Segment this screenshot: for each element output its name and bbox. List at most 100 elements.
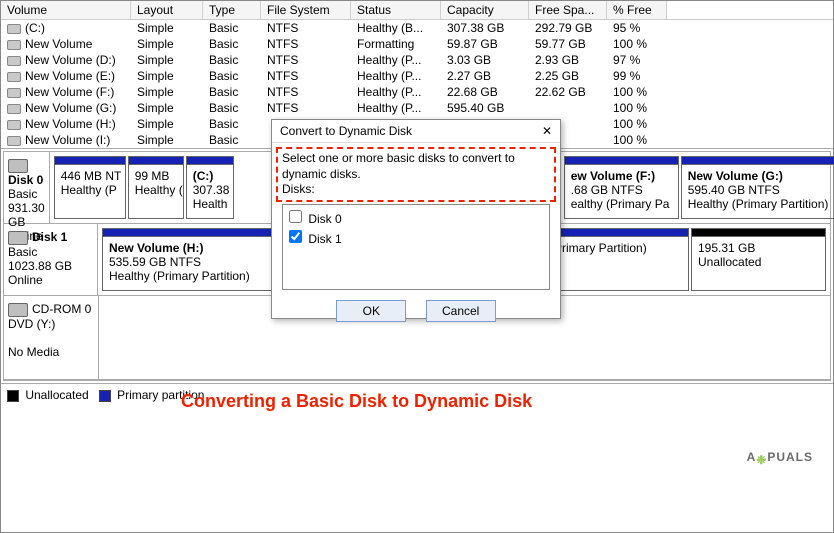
- cell: Simple: [131, 100, 203, 116]
- col-type[interactable]: Type: [203, 1, 261, 19]
- cell: 2.27 GB: [441, 68, 529, 84]
- cell: [529, 100, 607, 116]
- watermark-post: PUALS: [767, 450, 813, 464]
- cell: NTFS: [261, 84, 351, 100]
- cell: Healthy (P...: [351, 52, 441, 68]
- cell: 2.25 GB: [529, 68, 607, 84]
- convert-dialog: Convert to Dynamic Disk ✕ Select one or …: [271, 119, 561, 319]
- cell: Basic: [203, 100, 261, 116]
- cell: 100 %: [607, 116, 667, 132]
- cell: 292.79 GB: [529, 20, 607, 36]
- cell: New Volume: [1, 36, 131, 52]
- watermark-pre: A: [747, 450, 757, 464]
- disk-checkbox[interactable]: [289, 230, 302, 243]
- cell: Healthy (B...: [351, 20, 441, 36]
- cell: 100 %: [607, 100, 667, 116]
- dialog-list-label: Disks:: [282, 182, 315, 196]
- cell: Basic: [203, 52, 261, 68]
- volume-icon: [7, 88, 21, 98]
- cell: 95 %: [607, 20, 667, 36]
- cell: New Volume (H:): [1, 116, 131, 132]
- disk-info: Disk 0Basic931.30 GBOnline: [4, 152, 50, 223]
- cell: Basic: [203, 116, 261, 132]
- cdrom-icon: [8, 303, 28, 317]
- table-row[interactable]: (C:)SimpleBasicNTFSHealthy (B...307.38 G…: [1, 20, 833, 36]
- cell: Basic: [203, 84, 261, 100]
- cell: NTFS: [261, 68, 351, 84]
- disk-icon: [8, 231, 28, 245]
- volume-icon: [7, 104, 21, 114]
- partition[interactable]: New Volume (G:)595.40 GB NTFSHealthy (Pr…: [681, 156, 834, 219]
- dialog-disk-list: Disk 0 Disk 1: [282, 204, 550, 290]
- volume-list-header: Volume Layout Type File System Status Ca…: [1, 1, 833, 20]
- cell: Healthy (P...: [351, 100, 441, 116]
- disk-info: Disk 1Basic1023.88 GBOnline: [4, 224, 98, 295]
- cell: Simple: [131, 52, 203, 68]
- volume-icon: [7, 136, 21, 146]
- col-layout[interactable]: Layout: [131, 1, 203, 19]
- cdrom-info: CD-ROM 0DVD (Y:)No Media: [4, 296, 99, 379]
- table-row[interactable]: New Volume (D:)SimpleBasicNTFSHealthy (P…: [1, 52, 833, 68]
- cell: 100 %: [607, 84, 667, 100]
- cell: 22.68 GB: [441, 84, 529, 100]
- col-volume[interactable]: Volume: [1, 1, 131, 19]
- cell: Simple: [131, 116, 203, 132]
- cell: 22.62 GB: [529, 84, 607, 100]
- leaf-icon: ❉: [756, 453, 767, 467]
- col-status[interactable]: Status: [351, 1, 441, 19]
- ok-button[interactable]: OK: [336, 300, 406, 322]
- cell: NTFS: [261, 100, 351, 116]
- cell: New Volume (D:): [1, 52, 131, 68]
- cell: NTFS: [261, 36, 351, 52]
- table-row[interactable]: New Volume (F:)SimpleBasicNTFSHealthy (P…: [1, 84, 833, 100]
- cell: Simple: [131, 68, 203, 84]
- cell: Simple: [131, 84, 203, 100]
- watermark: A❉PUALS: [747, 437, 813, 468]
- col-free[interactable]: Free Spa...: [529, 1, 607, 19]
- cell: New Volume (I:): [1, 132, 131, 148]
- table-row[interactable]: New VolumeSimpleBasicNTFSFormatting59.87…: [1, 36, 833, 52]
- partition[interactable]: 446 MB NTHealthy (P: [54, 156, 126, 219]
- cell: 100 %: [607, 36, 667, 52]
- dialog-message: Select one or more basic disks to conver…: [282, 151, 515, 181]
- swatch-unallocated: [7, 390, 19, 402]
- partition[interactable]: 99 MBHealthy (: [128, 156, 184, 219]
- disk-icon: [8, 159, 28, 173]
- cell: New Volume (E:): [1, 68, 131, 84]
- partition[interactable]: 195.31 GBUnallocated: [691, 228, 826, 291]
- swatch-primary: [99, 390, 111, 402]
- cell: Healthy (P...: [351, 68, 441, 84]
- volume-icon: [7, 72, 21, 82]
- cell: Basic: [203, 20, 261, 36]
- cell: Formatting: [351, 36, 441, 52]
- close-icon[interactable]: ✕: [542, 124, 552, 138]
- cell: 307.38 GB: [441, 20, 529, 36]
- cell: New Volume (F:): [1, 84, 131, 100]
- cell: Basic: [203, 132, 261, 148]
- cell: Simple: [131, 20, 203, 36]
- table-row[interactable]: New Volume (E:)SimpleBasicNTFSHealthy (P…: [1, 68, 833, 84]
- cell: 2.93 GB: [529, 52, 607, 68]
- partition[interactable]: ew Volume (F:).68 GB NTFSealthy (Primary…: [564, 156, 679, 219]
- cell: (C:): [1, 20, 131, 36]
- cell: Simple: [131, 132, 203, 148]
- cell: 3.03 GB: [441, 52, 529, 68]
- cell: 100 %: [607, 132, 667, 148]
- col-capacity[interactable]: Capacity: [441, 1, 529, 19]
- partition[interactable]: (C:)307.38Health: [186, 156, 234, 219]
- volume-icon: [7, 24, 21, 34]
- cell: 97 %: [607, 52, 667, 68]
- cell: NTFS: [261, 52, 351, 68]
- cell: Healthy (P...: [351, 84, 441, 100]
- cancel-button[interactable]: Cancel: [426, 300, 496, 322]
- annotation-caption: Converting a Basic Disk to Dynamic Disk: [181, 391, 532, 412]
- cell: 99 %: [607, 68, 667, 84]
- col-pctfree[interactable]: % Free: [607, 1, 667, 19]
- disk-checkbox-item[interactable]: Disk 1: [285, 227, 547, 247]
- col-fs[interactable]: File System: [261, 1, 351, 19]
- disk-checkbox-item[interactable]: Disk 0: [285, 207, 547, 227]
- cell: Basic: [203, 68, 261, 84]
- table-row[interactable]: New Volume (G:)SimpleBasicNTFSHealthy (P…: [1, 100, 833, 116]
- cell: Basic: [203, 36, 261, 52]
- disk-checkbox[interactable]: [289, 210, 302, 223]
